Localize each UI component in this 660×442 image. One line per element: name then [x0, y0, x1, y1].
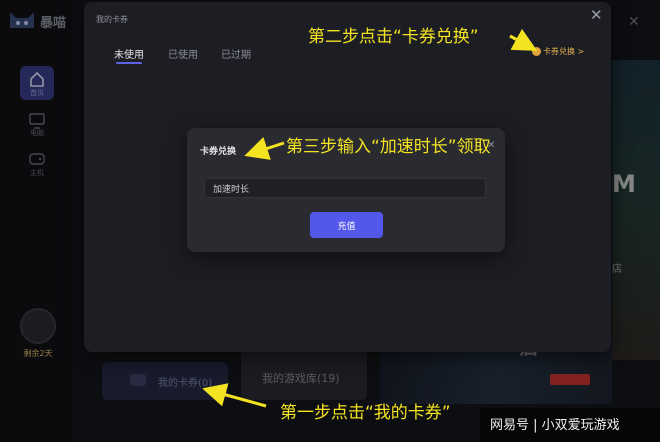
- redeem-coupon-label: 卡券兑换 >: [543, 47, 585, 56]
- tab-used[interactable]: 已使用: [168, 46, 198, 61]
- active-tab-indicator: [116, 62, 142, 64]
- recharge-button[interactable]: 充值: [310, 212, 383, 238]
- coupon-dialog-title: 我的卡券: [96, 15, 128, 24]
- watermark-text: 网易号 | 小双爱玩游戏: [490, 418, 620, 433]
- coupon-badge-icon: [532, 47, 541, 56]
- tab-expired[interactable]: 已过期: [221, 46, 251, 61]
- annotation-step1: 第一步点击“我的卡券”: [280, 403, 451, 423]
- annotation-step3: 第三步输入“加速时长”领取: [286, 137, 491, 157]
- redeem-coupon-link[interactable]: 卡券兑换 >: [532, 46, 584, 57]
- annotation-step2: 第二步点击“卡券兑换”: [308, 27, 479, 47]
- coupon-code-input[interactable]: [204, 178, 486, 198]
- tab-unused[interactable]: 未使用: [114, 46, 144, 61]
- redeem-dialog-title: 卡券兑换: [200, 147, 237, 157]
- close-icon[interactable]: ✕: [590, 6, 603, 24]
